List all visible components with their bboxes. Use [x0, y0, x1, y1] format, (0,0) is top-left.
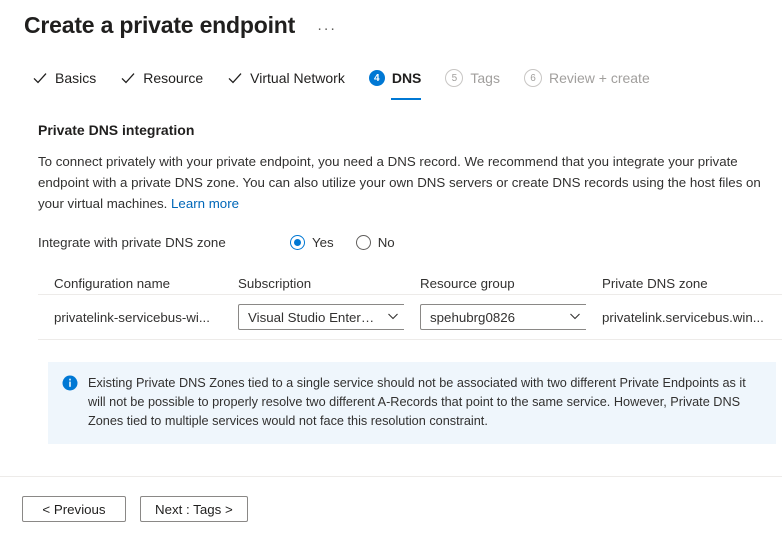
step-dns[interactable]: 4 DNS	[369, 62, 422, 100]
step-tags[interactable]: 5 Tags	[445, 62, 500, 100]
step-number-badge: 6	[524, 69, 542, 87]
resource-group-dropdown[interactable]: spehubrg0826	[420, 304, 586, 330]
integrate-dns-zone-row: Integrate with private DNS zone Yes No	[38, 235, 782, 250]
step-review-create[interactable]: 6 Review + create	[524, 62, 650, 100]
subscription-dropdown-value: Visual Studio Enterpr...	[248, 310, 381, 325]
radio-icon-yes	[290, 235, 305, 250]
step-label: Virtual Network	[250, 70, 345, 86]
column-header-private-dns-zone: Private DNS zone	[586, 276, 782, 291]
step-basics[interactable]: Basics	[32, 62, 96, 100]
check-icon	[32, 70, 48, 86]
radio-option-yes[interactable]: Yes	[290, 235, 334, 250]
chevron-down-icon	[387, 310, 399, 325]
active-step-underline	[391, 98, 422, 100]
step-label: Resource	[143, 70, 203, 86]
learn-more-link[interactable]: Learn more	[171, 196, 239, 211]
previous-button[interactable]: < Previous	[22, 496, 126, 522]
column-header-subscription: Subscription	[222, 276, 404, 291]
radio-option-no[interactable]: No	[356, 235, 395, 250]
step-resource[interactable]: Resource	[120, 62, 203, 100]
cell-resource-group: spehubrg0826	[404, 304, 586, 330]
overflow-menu-icon[interactable]: ···	[313, 18, 341, 40]
info-icon	[62, 375, 78, 391]
section-description: To connect privately with your private e…	[38, 151, 775, 214]
check-icon	[120, 70, 136, 86]
step-number-badge: 4	[369, 70, 385, 86]
wizard-footer: < Previous Next : Tags >	[0, 477, 782, 541]
step-virtual-network[interactable]: Virtual Network	[227, 62, 345, 100]
section-heading: Private DNS integration	[38, 122, 782, 138]
dns-configuration-table: Configuration name Subscription Resource…	[38, 272, 782, 340]
title-bar: Create a private endpoint ···	[0, 0, 782, 40]
step-label: Tags	[470, 70, 500, 86]
info-banner: Existing Private DNS Zones tied to a sin…	[48, 362, 776, 444]
radio-dot	[294, 239, 301, 246]
description-text: To connect privately with your private e…	[38, 154, 761, 211]
page-title: Create a private endpoint	[24, 10, 295, 40]
private-dns-zone-value: privatelink.servicebus.win...	[602, 310, 776, 325]
step-number-badge: 5	[445, 69, 463, 87]
table-header-row: Configuration name Subscription Resource…	[38, 272, 782, 294]
dns-step-content: Private DNS integration To connect priva…	[0, 122, 782, 444]
chevron-down-icon	[569, 310, 581, 325]
cell-subscription: Visual Studio Enterpr...	[222, 304, 404, 330]
wizard-steps: Basics Resource Virtual Network 4 DNS 5 …	[0, 68, 782, 100]
radio-label-yes: Yes	[312, 235, 334, 250]
next-button[interactable]: Next : Tags >	[140, 496, 248, 522]
step-label: Review + create	[549, 70, 650, 86]
step-label: DNS	[392, 70, 422, 86]
column-header-configuration-name: Configuration name	[38, 276, 222, 291]
cell-private-dns-zone: privatelink.servicebus.win...	[586, 310, 782, 325]
integrate-dns-zone-label: Integrate with private DNS zone	[38, 235, 290, 250]
radio-icon-no	[356, 235, 371, 250]
info-banner-text: Existing Private DNS Zones tied to a sin…	[88, 374, 762, 431]
column-header-resource-group: Resource group	[404, 276, 586, 291]
subscription-dropdown[interactable]: Visual Studio Enterpr...	[238, 304, 404, 330]
table-row: privatelink-servicebus-wi... Visual Stud…	[38, 294, 782, 340]
check-icon	[227, 70, 243, 86]
step-label: Basics	[55, 70, 96, 86]
resource-group-dropdown-value: spehubrg0826	[430, 310, 563, 325]
configuration-name-value: privatelink-servicebus-wi...	[54, 310, 216, 325]
cell-configuration-name: privatelink-servicebus-wi...	[38, 310, 222, 325]
radio-label-no: No	[378, 235, 395, 250]
